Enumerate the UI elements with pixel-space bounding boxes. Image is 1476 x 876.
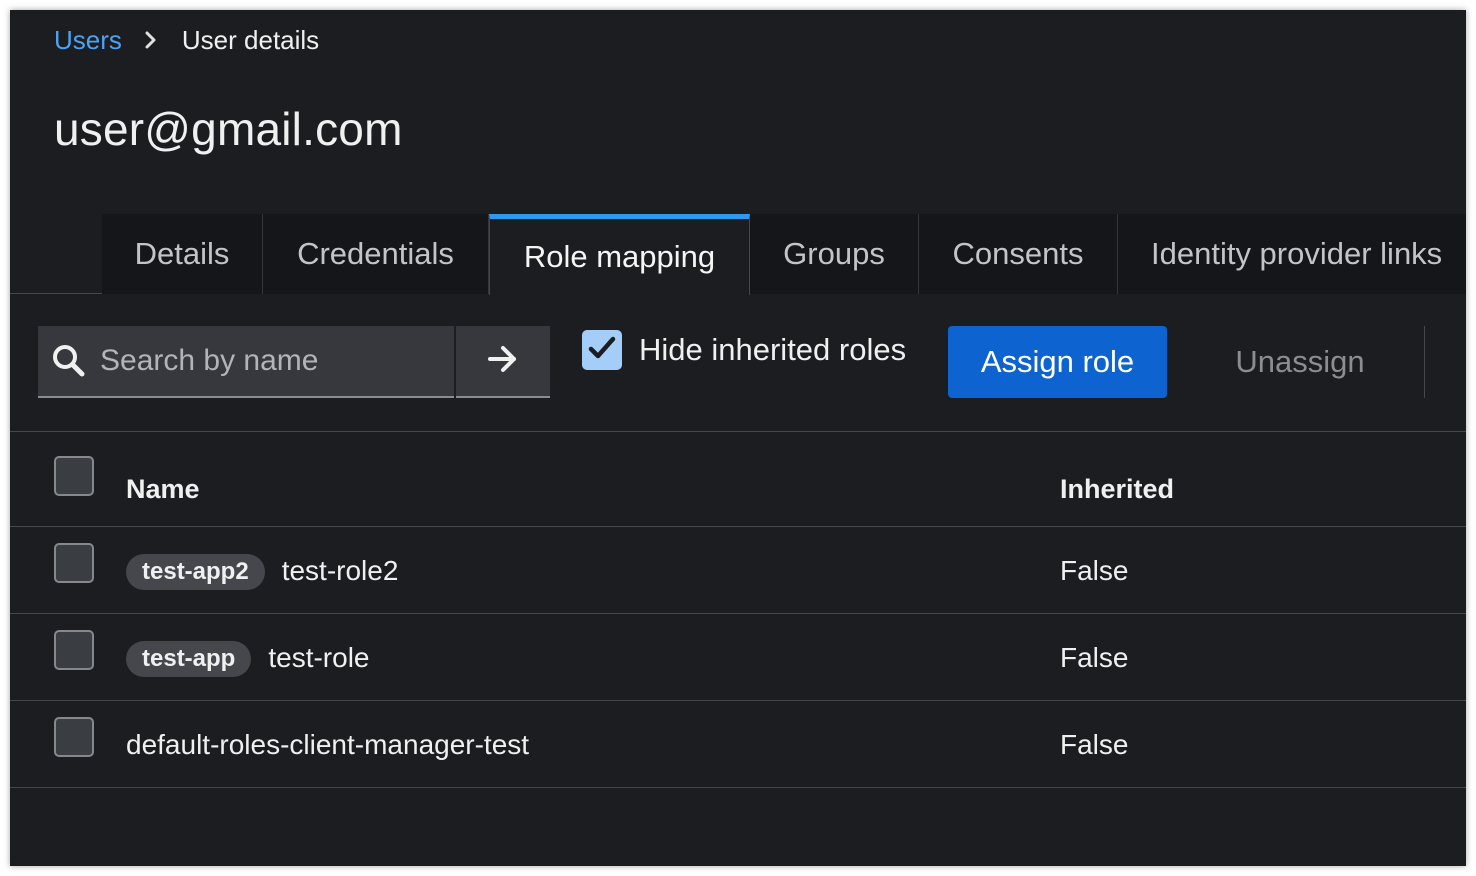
table-row: test-app2 test-role2 False	[10, 527, 1466, 614]
unassign-button[interactable]: Unassign	[1200, 326, 1400, 398]
role-name-cell: test-app2 test-role2	[126, 527, 398, 614]
search-box	[38, 326, 454, 398]
toolbar: Hide inherited roles Assign role Unassig…	[10, 294, 1466, 432]
hide-inherited-label: Hide inherited roles	[639, 332, 907, 367]
table-row: default-roles-client-manager-test False	[10, 701, 1466, 788]
assign-role-button[interactable]: Assign role	[948, 326, 1167, 398]
tab-identity-provider-links[interactable]: Identity provider links	[1118, 214, 1466, 294]
client-badge: test-app2	[126, 553, 265, 590]
hide-inherited-checkbox[interactable]	[582, 330, 622, 370]
app-frame: Users User details user@gmail.com Detail…	[10, 10, 1466, 866]
row-checkbox[interactable]	[54, 717, 94, 757]
breadcrumb-current: User details	[181, 24, 320, 55]
table-row: test-app test-role False	[10, 614, 1466, 701]
tab-consents[interactable]: Consents	[919, 214, 1118, 294]
page-title: user@gmail.com	[54, 103, 403, 155]
chevron-right-icon	[144, 30, 158, 50]
hide-inherited-toggle: Hide inherited roles	[582, 330, 906, 370]
check-icon	[587, 334, 617, 367]
tab-details[interactable]: Details	[102, 214, 263, 294]
tab-role-mapping[interactable]: Role mapping	[489, 214, 750, 295]
role-name: default-roles-client-manager-test	[126, 728, 530, 760]
tab-bar: Details Credentials Role mapping Groups …	[10, 214, 1466, 295]
column-header-inherited: Inherited	[1060, 474, 1175, 504]
breadcrumb: Users User details	[54, 24, 319, 56]
tab-groups[interactable]: Groups	[750, 214, 919, 294]
column-header-name: Name	[126, 474, 200, 504]
select-all-checkbox[interactable]	[54, 456, 94, 496]
table-header-row: Name Inherited	[10, 432, 1466, 527]
role-name-cell: test-app test-role	[126, 614, 370, 701]
search-submit-button[interactable]	[456, 326, 550, 398]
role-name: test-role	[268, 641, 370, 673]
role-table: Name Inherited test-app2 test-role2 Fals…	[10, 432, 1466, 788]
role-name-cell: default-roles-client-manager-test	[126, 701, 529, 788]
search-icon	[52, 344, 86, 383]
inherited-cell: False	[1060, 641, 1129, 673]
toolbar-divider	[1424, 326, 1425, 398]
tab-credentials[interactable]: Credentials	[263, 214, 489, 294]
breadcrumb-users-link[interactable]: Users	[54, 25, 122, 56]
row-checkbox[interactable]	[54, 543, 94, 583]
arrow-right-icon	[487, 344, 519, 379]
role-name: test-role2	[281, 554, 399, 586]
inherited-cell: False	[1060, 554, 1129, 586]
inherited-cell: False	[1060, 728, 1129, 760]
client-badge: test-app	[126, 640, 252, 677]
search-input[interactable]	[100, 326, 440, 396]
row-checkbox[interactable]	[54, 630, 94, 670]
